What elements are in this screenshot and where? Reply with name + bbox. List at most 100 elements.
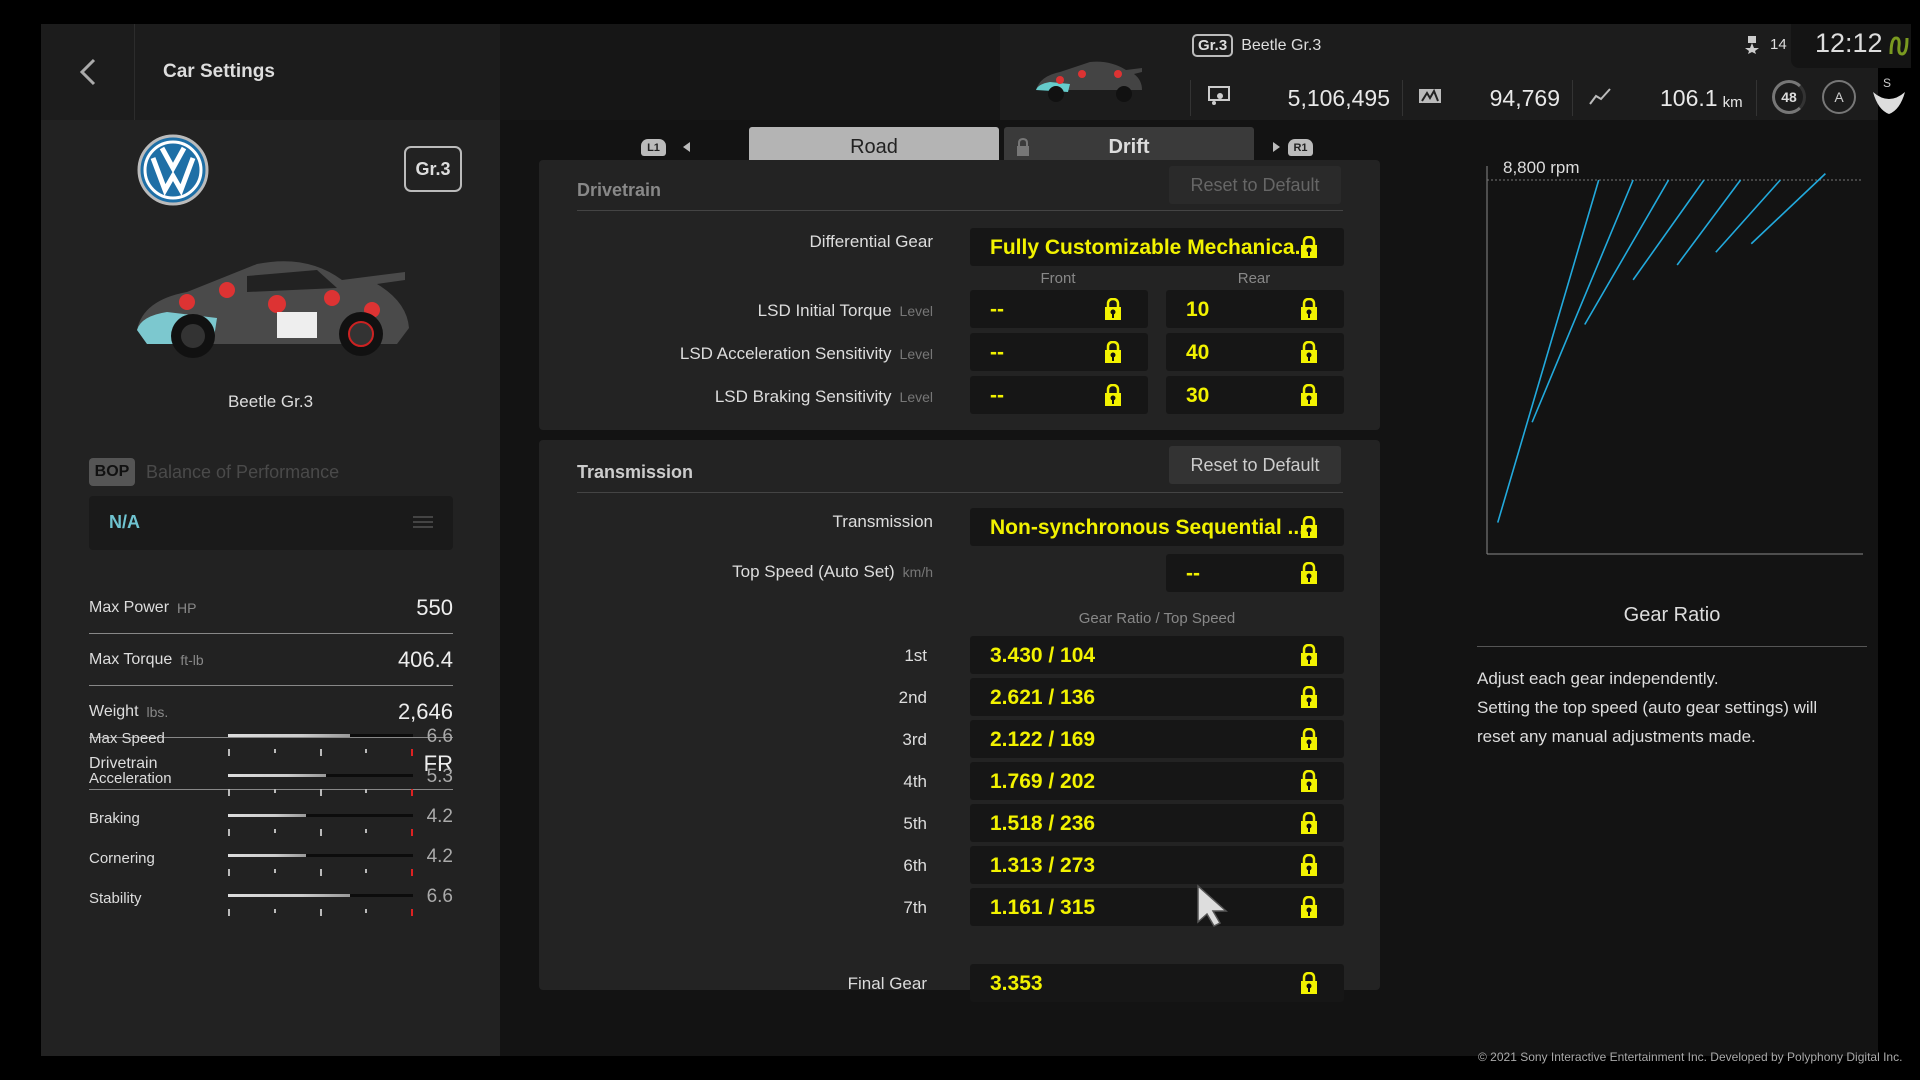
scale-tick [228,829,230,836]
divider [577,210,1343,211]
performance-label: Acceleration [89,770,172,787]
front-column-header: Front [1040,270,1076,287]
lock-icon-slot [1300,853,1318,881]
trophy-icon [1745,36,1759,54]
lock-icon [1301,297,1317,320]
scale-tick [411,829,413,836]
scale-tick [365,909,368,913]
arrow-left-icon [683,142,690,152]
performance-row: Max Speed 6.6 [89,726,453,766]
lsd-label-text: LSD Initial Torque [757,301,892,320]
scale-tick [273,909,276,913]
reset-to-default-button[interactable]: Reset to Default [1169,446,1341,484]
gear-ratio-field[interactable]: 2.621 / 136 [970,678,1344,716]
spec-value: 550 [416,594,453,620]
lock-icon [1301,811,1317,834]
lsd-rear-field[interactable]: 10 [1166,290,1344,328]
scale-tick [411,869,413,876]
lock-icon [1301,235,1317,258]
lock-icon [1105,297,1121,320]
field-value: 1.313 / 273 [990,854,1096,877]
level-badge[interactable]: 48 [1772,80,1806,114]
lsd-rear-field[interactable]: 40 [1166,333,1344,371]
field-value: -- [990,298,1004,321]
lsd-front-field[interactable]: -- [970,333,1148,371]
info-title: Gear Ratio [1623,604,1721,626]
gear-label: 2nd [898,688,927,707]
top-speed-field[interactable]: -- [1166,554,1344,592]
performance-label: Cornering [89,850,155,867]
lock-icon-slot [1104,297,1122,325]
scale-tick [365,789,368,793]
differential-gear-label: Differential Gear [809,232,933,251]
divider [577,492,1343,493]
performance-value: 4.2 [426,806,453,827]
scale-tick [273,869,276,873]
spec-label: Max Torque [89,650,173,668]
header-left: Car Settings [41,24,500,120]
field-value: 3.430 / 104 [990,644,1096,667]
lock-icon [1017,138,1029,156]
lsd-rear-field[interactable]: 30 [1166,376,1344,414]
spec-value: 2,646 [397,698,453,724]
section-title: Drivetrain [577,180,662,200]
distance-value: 106.1 km [1660,80,1743,116]
copyright-footer: © 2021 Sony Interactive Entertainment In… [1478,1050,1903,1064]
lock-icon [1301,727,1317,750]
field-value: 3.353 [990,972,1043,995]
distance-number: 106.1 [1660,84,1718,111]
lock-icon-slot [1300,383,1318,411]
gear-ratio-field[interactable]: 1.161 / 315 [970,888,1344,926]
bop-selector[interactable]: N/A [89,496,453,550]
performance-bar [228,854,413,876]
section-title: Transmission [577,462,694,482]
performance-label: Braking [89,810,140,827]
header-status-bar: Gr.3 Beetle Gr.3 5,106,495 94,769 106.1 k… [1000,24,1911,120]
gear-ratio-field[interactable]: 1.769 / 202 [970,762,1344,800]
transmission-type-field[interactable]: Non-synchronous Sequential ... [970,508,1344,546]
driver-rating-icon[interactable]: A [1822,80,1856,114]
back-button[interactable] [41,24,135,120]
tab-label: Drift [1108,136,1150,158]
menu-icon [413,516,433,528]
reset-to-default-button[interactable]: Reset to Default [1169,166,1341,204]
spec-label: Weight [89,702,139,720]
lock-icon [1301,895,1317,918]
r1-button-icon: R1 [1288,139,1313,156]
field-value: 10 [1186,298,1210,321]
field-value: 40 [1186,341,1210,364]
field-value: -- [990,384,1004,407]
l1-button-icon: L1 [641,139,666,156]
gear-ratio-field[interactable]: 1.518 / 236 [970,804,1344,842]
final-gear-label: Final Gear [847,974,927,993]
performance-row: Braking 4.2 [89,806,453,846]
top-speed-label: Top Speed (Auto Set) km/h [732,562,933,582]
gear-label: 1st [904,646,927,665]
field-value: 1.769 / 202 [990,770,1096,793]
lock-icon [1105,383,1121,406]
sportsmanship-icon[interactable]: S [1870,76,1908,116]
bop-value: N/A [109,512,140,532]
gear-label: 7th [903,898,927,917]
top-speed-unit: km/h [902,564,933,580]
final-gear-field[interactable]: 3.353 [970,964,1344,1002]
lock-icon-slot [1300,643,1318,671]
lsd-unit: Level [899,346,933,362]
lsd-front-field[interactable]: -- [970,376,1148,414]
spec-unit: lbs. [146,703,169,720]
lsd-front-field[interactable]: -- [970,290,1148,328]
lsd-unit: Level [899,389,933,405]
rpm-label: 8,800 rpm [1503,158,1580,177]
gear-ratio-field[interactable]: 3.430 / 104 [970,636,1344,674]
performance-row: Stability 6.6 [89,886,453,926]
top-speed-label-text: Top Speed (Auto Set) [732,562,895,581]
trophy-count: 14 [1770,36,1787,53]
scale-tick [365,829,368,833]
gear-ratio-header: Gear Ratio / Top Speed [1078,610,1236,627]
lock-icon [1301,383,1317,406]
scale-tick [273,749,276,753]
gear-ratio-field[interactable]: 1.313 / 273 [970,846,1344,884]
lock-icon-slot [1300,297,1318,325]
differential-gear-field[interactable]: Fully Customizable Mechanica... [970,228,1344,266]
gear-ratio-field[interactable]: 2.122 / 169 [970,720,1344,758]
